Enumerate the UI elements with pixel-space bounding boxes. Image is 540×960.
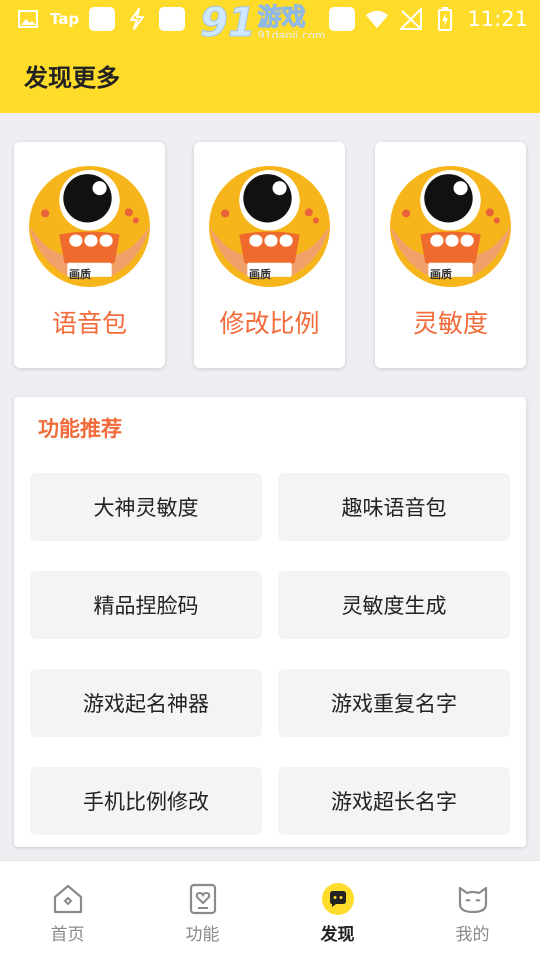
feature-cards: 画质 语音包 画质 修改比例 画质 灵敏度 <box>14 142 526 368</box>
avatar-badge: 画质 <box>430 268 452 281</box>
tab-mine[interactable]: 我的 <box>405 861 540 960</box>
recommend-panel: 功能推荐 大神灵敏度 趣味语音包 精品捏脸码 灵敏度生成 游戏起名神器 游戏重复… <box>14 397 526 847</box>
gallery-icon <box>16 7 40 31</box>
tab-home[interactable]: 首页 <box>0 861 135 960</box>
tab-label: 我的 <box>455 925 490 945</box>
page-title: 发现更多 <box>24 64 120 92</box>
tab-discover[interactable]: 发现 <box>270 861 405 960</box>
no-signal-icon <box>399 7 423 31</box>
notification-icon <box>159 7 186 31</box>
feature-button[interactable]: 灵敏度生成 <box>278 571 510 639</box>
card-label: 修改比例 <box>219 309 320 338</box>
tab-label: 功能 <box>185 925 220 945</box>
home-icon <box>53 884 82 914</box>
avatar-badge: 画质 <box>249 268 271 281</box>
battery-charging-icon <box>433 7 457 31</box>
feature-button[interactable]: 大神灵敏度 <box>30 473 262 541</box>
flash-icon <box>125 7 149 31</box>
bottom-tab-bar: 首页 功能 发现 我的 <box>0 860 540 960</box>
tap-app-badge: Tap <box>50 10 80 28</box>
notification-icon <box>89 7 116 31</box>
feature-button[interactable]: 游戏超长名字 <box>278 767 510 835</box>
clock: 11:21 <box>467 7 528 31</box>
feature-button[interactable]: 游戏重复名字 <box>278 669 510 737</box>
notification-icon <box>329 7 356 31</box>
card-voice-pack[interactable]: 画质 语音包 <box>14 142 165 368</box>
cat-face-icon <box>458 886 487 914</box>
card-sensitivity[interactable]: 画质 灵敏度 <box>375 142 526 368</box>
card-label: 语音包 <box>51 309 127 338</box>
tab-label: 首页 <box>50 925 85 945</box>
feature-button[interactable]: 精品捏脸码 <box>30 571 262 639</box>
feature-button[interactable]: 手机比例修改 <box>30 767 262 835</box>
page-header: 发现更多 <box>0 38 540 113</box>
section-title: 功能推荐 <box>38 417 122 441</box>
wifi-icon <box>365 7 389 31</box>
card-aspect-ratio[interactable]: 画质 修改比例 <box>194 142 345 368</box>
feature-button[interactable]: 游戏起名神器 <box>30 669 262 737</box>
card-label: 灵敏度 <box>412 309 488 338</box>
heart-card-icon <box>189 883 216 915</box>
discover-chat-icon <box>321 883 354 915</box>
avatar-badge: 画质 <box>69 268 91 281</box>
tab-label: 发现 <box>320 925 355 945</box>
feature-button[interactable]: 趣味语音包 <box>278 473 510 541</box>
watermark-brand: 游戏 <box>257 3 306 31</box>
tab-functions[interactable]: 功能 <box>135 861 270 960</box>
